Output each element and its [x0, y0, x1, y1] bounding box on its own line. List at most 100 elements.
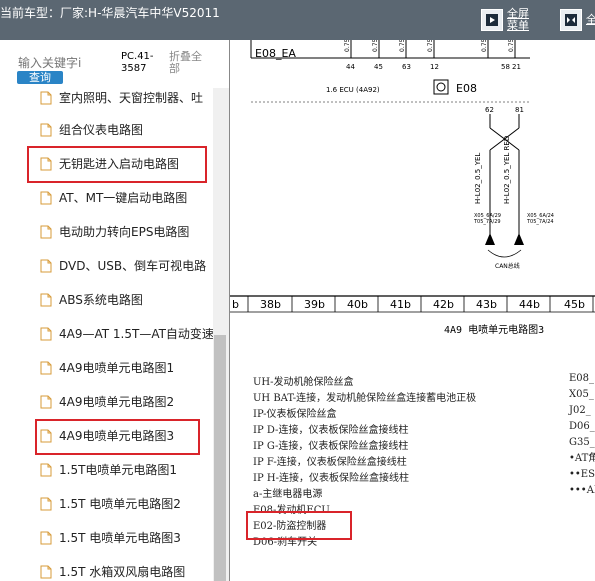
- wire-right-label: H-L02_0.5_YEL RED: [503, 136, 511, 204]
- document-icon: [40, 496, 52, 511]
- tree-item-label: 1.5T 电喷单元电路图3: [59, 530, 181, 545]
- tree-item[interactable]: DVD、USB、倒车可视电路: [0, 248, 213, 282]
- highlight-box-keyless: [27, 146, 207, 183]
- svg-text:0.75: 0.75: [481, 40, 488, 52]
- tree-item-label: ABS系统电路图: [59, 292, 143, 307]
- tree-item[interactable]: ABS系统电路图: [0, 282, 213, 316]
- grid-col-b: b: [232, 298, 239, 311]
- tree-item[interactable]: 1.5T电喷单元电路图1: [0, 452, 213, 486]
- legend-right-3: J02_: [568, 405, 591, 416]
- search-row: 查询 PC.41-3587 折叠全部: [0, 40, 229, 88]
- wiring-diagram: E08_EA 0.75 0.75 0.75 0.75 0.75 0.75 44 …: [230, 40, 595, 548]
- conn-right-b: T05_7A/24: [526, 219, 554, 225]
- legend-line-11: D06-刹车开关: [253, 535, 317, 548]
- legend-line-4: IP D-连接，仪表板保险丝盒接线柱: [253, 423, 408, 436]
- fullscreen-icon: [481, 9, 503, 31]
- scrollbar-thumb[interactable]: [214, 335, 226, 581]
- connector-label: E08_EA: [255, 47, 296, 60]
- grid-col-39b: 39b: [304, 298, 325, 311]
- tree-item-label: 4A9电喷单元电路图2: [59, 394, 175, 409]
- grid-col-40b: 40b: [347, 298, 368, 311]
- grid-col-42b: 42b: [433, 298, 454, 311]
- legend-line-9: E08-发动机ECU: [253, 503, 330, 516]
- sidebar: 查询 PC.41-3587 折叠全部 室内照明、天窗控制器、吐组合仪表电路图无钥…: [0, 40, 230, 581]
- legend-line-8: a-主继电器电源: [253, 487, 322, 500]
- tree-item-label: 4A9—AT 1.5T—AT自动变速: [59, 326, 213, 341]
- grid-col-45b: 45b: [564, 298, 585, 311]
- model-code: PC.41-3587: [121, 51, 154, 74]
- svg-text:0.75: 0.75: [427, 40, 434, 52]
- document-icon: [40, 90, 52, 105]
- wire-left-label: H-L02_0.5_YEL: [474, 153, 482, 204]
- legend-right-4: D06_: [569, 421, 595, 432]
- search-input[interactable]: [18, 55, 118, 71]
- tree-item-label: 电动助力转向EPS电路图: [59, 224, 190, 239]
- document-icon: [40, 122, 52, 137]
- tree-item-label: 1.5T电喷单元电路图1: [59, 462, 178, 477]
- fullscreen-menu-label[interactable]: 全屏菜单: [507, 8, 533, 32]
- connector-arrow-left-icon: [485, 233, 495, 245]
- legend-right-2: X05_: [569, 389, 594, 400]
- document-icon: [40, 564, 52, 579]
- fullscreen-label[interactable]: 全屏: [586, 14, 595, 26]
- document-icon: [40, 258, 52, 273]
- tree-item-label: AT、MT一键启动电路图: [59, 190, 188, 205]
- document-icon: [40, 326, 52, 341]
- pin-81: 81: [515, 106, 524, 114]
- collapse-all-link[interactable]: 折叠全部: [169, 51, 209, 75]
- document-icon: [40, 462, 52, 477]
- tree-item-partial[interactable]: 室内照明、天窗控制器、吐: [0, 88, 213, 114]
- legend-right-8: •••AI: [569, 485, 595, 496]
- legend-line-3: IP-仪表板保险丝盒: [253, 407, 337, 420]
- highlight-box-4a9-3: [35, 419, 200, 455]
- tree-item[interactable]: 4A9电喷单元电路图1: [0, 350, 213, 384]
- can-bus-label: CAN总线: [495, 262, 520, 270]
- pin-45: 45: [374, 63, 383, 71]
- fullscreen-button[interactable]: 全屏: [560, 6, 595, 34]
- document-icon: [40, 190, 52, 205]
- fullscreen-menu-button[interactable]: 全屏菜单: [481, 6, 533, 34]
- legend-line-1: UH-发动机舱保险丝盒: [253, 375, 354, 388]
- svg-text:0.75: 0.75: [399, 40, 406, 52]
- pin-63: 63: [402, 63, 411, 71]
- grid-col-43b: 43b: [476, 298, 497, 311]
- diagram-viewer[interactable]: E08_EA 0.75 0.75 0.75 0.75 0.75 0.75 44 …: [230, 40, 595, 581]
- pin-62: 62: [485, 106, 494, 114]
- document-icon: [40, 360, 52, 375]
- document-icon: [40, 224, 52, 239]
- pin-21: 21: [512, 63, 521, 71]
- legend-line-7: IP H-连接，仪表板保险丝盒接线柱: [253, 471, 409, 484]
- legend-line-5: IP G-连接，仪表板保险丝盒接线柱: [253, 439, 408, 452]
- tree-item-label: 组合仪表电路图: [59, 122, 144, 137]
- conn-left-b: T05_7A/29: [473, 219, 501, 225]
- legend-right-1: E08_: [569, 373, 594, 384]
- tree-item[interactable]: 1.5T 电喷单元电路图3: [0, 520, 213, 554]
- tree-item[interactable]: 4A9电喷单元电路图2: [0, 384, 213, 418]
- tree-item[interactable]: 1.5T 水箱双风扇电路图: [0, 554, 213, 581]
- tree-item[interactable]: 1.5T 电喷单元电路图2: [0, 486, 213, 520]
- ecu-symbol-icon: [433, 79, 449, 95]
- ecu-name: E08: [456, 82, 477, 95]
- svg-text:0.75: 0.75: [508, 40, 515, 52]
- document-icon: [40, 292, 52, 307]
- tree-item-label: 室内照明、天窗控制器、吐: [59, 90, 204, 105]
- tree-item-label: 1.5T 水箱双风扇电路图: [59, 564, 186, 579]
- connector-arrow-right-icon: [514, 233, 524, 245]
- grid-col-41b: 41b: [390, 298, 411, 311]
- tree-item-label: DVD、USB、倒车可视电路: [59, 258, 207, 273]
- pin-12: 12: [430, 63, 439, 71]
- grid-col-38b: 38b: [260, 298, 281, 311]
- svg-text:0.75: 0.75: [344, 40, 351, 52]
- tree-item[interactable]: AT、MT一键启动电路图: [0, 180, 213, 214]
- legend-right-5: G35_: [569, 437, 595, 448]
- tree-item-label: 1.5T 电喷单元电路图2: [59, 496, 181, 511]
- expand-icon: [560, 9, 582, 31]
- vehicle-title: 当前车型：厂家:H-华晨汽车中华V52011: [0, 6, 220, 20]
- tree-item-label: 4A9电喷单元电路图1: [59, 360, 175, 375]
- ecu-label: 1.6 ECU (4A92): [326, 86, 380, 94]
- tree-item[interactable]: 4A9—AT 1.5T—AT自动变速: [0, 316, 213, 350]
- tree-item[interactable]: 电动助力转向EPS电路图: [0, 214, 213, 248]
- query-button[interactable]: 查询: [17, 71, 63, 84]
- tree-item[interactable]: 组合仪表电路图: [0, 112, 213, 146]
- pin-44: 44: [346, 63, 355, 71]
